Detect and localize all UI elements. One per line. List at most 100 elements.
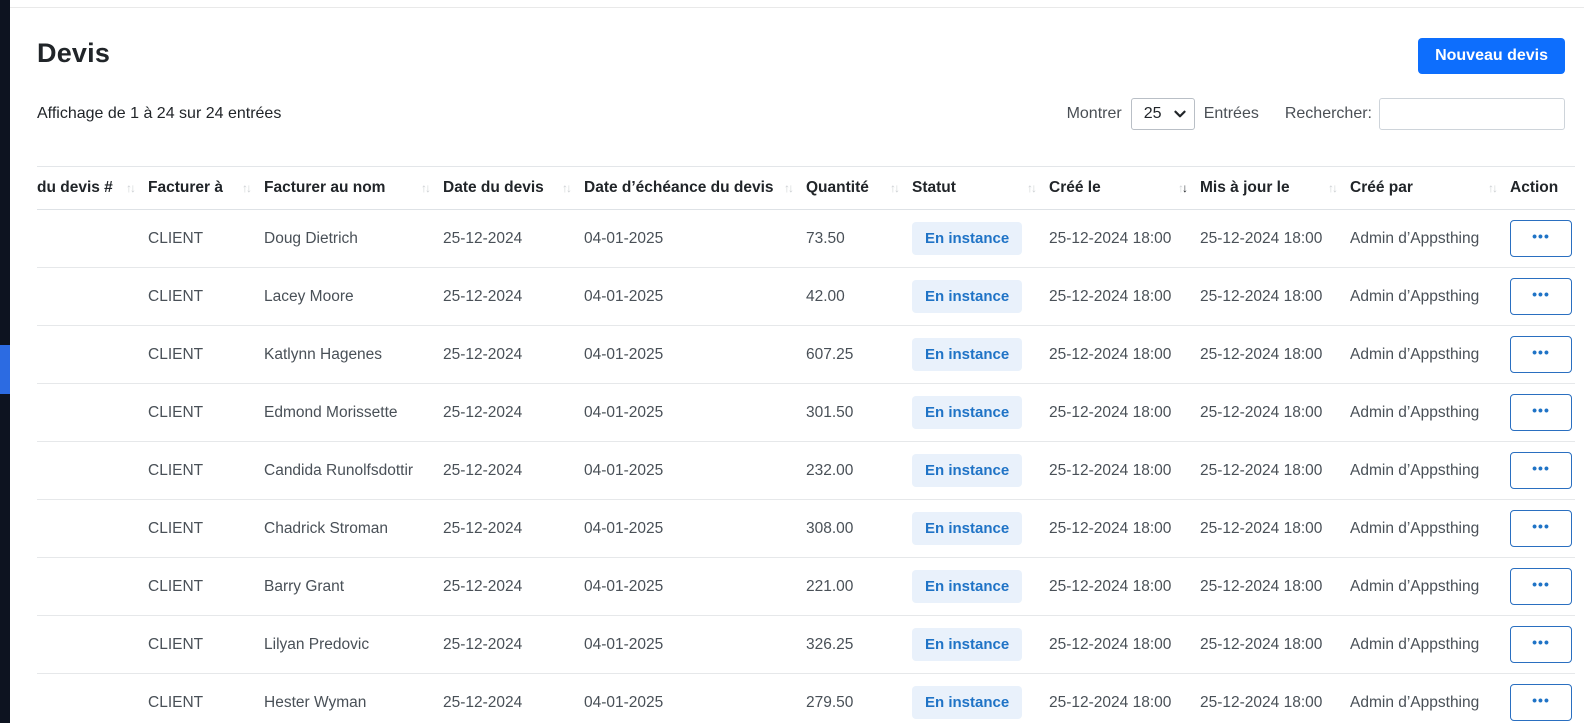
cell-due-date: 04-01-2025 [584, 693, 664, 711]
column-header[interactable]: Statut ↑↓ [912, 167, 1049, 210]
cell-status: En instance [912, 210, 1049, 268]
row-actions-button[interactable]: ••• [1510, 452, 1572, 489]
cell-bill-name: Doug Dietrich [264, 229, 358, 247]
table-row: CLIENT Barry Grant 25-12-2024 04-01-2025… [37, 558, 1575, 616]
new-devis-button[interactable]: Nouveau devis [1418, 38, 1565, 74]
right-controls: Montrer 25 Entrées Rechercher: [1067, 98, 1565, 130]
column-header-label: Action [1510, 179, 1559, 196]
row-actions-button[interactable]: ••• [1510, 568, 1572, 605]
cell-created: 25-12-2024 18:00 [1049, 345, 1172, 363]
sort-icons: ↑↓ [242, 181, 252, 195]
page-size-select[interactable]: 25 [1130, 98, 1195, 130]
ellipsis-icon: ••• [1532, 633, 1550, 650]
sort-icons: ↑↓ [784, 181, 794, 195]
search-label: Rechercher: [1284, 105, 1372, 122]
cell-bill-name: Hester Wyman [264, 693, 367, 711]
cell-bill-name: Edmond Morissette [264, 403, 398, 421]
row-actions-button[interactable]: ••• [1510, 626, 1572, 663]
sort-icons: ↑↓ [126, 181, 136, 195]
cell-date: 25-12-2024 [443, 403, 523, 421]
cell-bill-to: CLIENT [148, 693, 204, 711]
cell-action: ••• [1510, 326, 1575, 384]
status-badge: En instance [912, 280, 1023, 313]
cell-updated: 25-12-2024 18:00 [1200, 229, 1323, 247]
cell-due-date: 04-01-2025 [584, 345, 664, 363]
topbar [10, 0, 1584, 8]
cell-updated: 25-12-2024 18:00 [1200, 635, 1323, 653]
ellipsis-icon: ••• [1532, 401, 1550, 418]
cell-bill-to: CLIENT [148, 635, 204, 653]
column-header-label: Statut [912, 179, 956, 196]
cell-updated: 25-12-2024 18:00 [1200, 577, 1323, 595]
cell-created-by: Admin d’Appsthing [1350, 461, 1480, 479]
sort-icons: ↑↓ [1027, 181, 1037, 195]
column-header[interactable]: Facturer au nom ↑↓ [264, 167, 443, 210]
table-header-row: du devis # ↑↓ Facturer à ↑↓ Facturer au … [37, 166, 1575, 210]
devis-table-wrap: du devis # ↑↓ Facturer à ↑↓ Facturer au … [37, 166, 1575, 723]
column-header[interactable]: Créé le ↑↓ [1049, 167, 1200, 210]
cell-action: ••• [1510, 674, 1575, 723]
column-header-label: Quantité [806, 179, 869, 196]
cell-action: ••• [1510, 268, 1575, 326]
cell-bill-name: Candida Runolfsdottir [264, 461, 414, 479]
sort-down-icon: ↓ [788, 181, 794, 195]
row-actions-button[interactable]: ••• [1510, 278, 1572, 315]
table-row: CLIENT Chadrick Stroman 25-12-2024 04-01… [37, 500, 1575, 558]
cell-created-by: Admin d’Appsthing [1350, 635, 1480, 653]
status-badge: En instance [912, 454, 1023, 487]
cell-bill-name: Chadrick Stroman [264, 519, 389, 537]
ellipsis-icon: ••• [1532, 343, 1550, 360]
row-actions-button[interactable]: ••• [1510, 684, 1572, 721]
row-actions-button[interactable]: ••• [1510, 394, 1572, 431]
chevron-down-icon [1174, 110, 1186, 118]
cell-bill-name: Barry Grant [264, 577, 345, 595]
cell-updated: 25-12-2024 18:00 [1200, 519, 1323, 537]
column-header[interactable]: du devis # ↑↓ [37, 167, 148, 210]
cell-date: 25-12-2024 [443, 635, 523, 653]
sidebar-active-item[interactable] [0, 345, 10, 394]
cell-bill-name: Lacey Moore [264, 287, 354, 305]
sort-down-icon: ↓ [1031, 181, 1037, 195]
table-row: CLIENT Hester Wyman 25-12-2024 04-01-202… [37, 674, 1575, 723]
column-header[interactable]: Facturer à ↑↓ [148, 167, 264, 210]
column-header[interactable]: Créé par ↑↓ [1350, 167, 1510, 210]
cell-created-by: Admin d’Appsthing [1350, 403, 1480, 421]
devis-table: du devis # ↑↓ Facturer à ↑↓ Facturer au … [37, 166, 1575, 723]
sort-down-icon: ↓ [425, 181, 431, 195]
cell-action: ••• [1510, 500, 1575, 558]
cell-updated: 25-12-2024 18:00 [1200, 461, 1323, 479]
cell-created: 25-12-2024 18:00 [1049, 693, 1172, 711]
status-badge: En instance [912, 222, 1023, 255]
cell-due-date: 04-01-2025 [584, 635, 664, 653]
cell-quantity: 301.50 [806, 403, 854, 421]
cell-created: 25-12-2024 18:00 [1049, 577, 1172, 595]
column-header: Action [1510, 167, 1575, 210]
cell-quantity: 279.50 [806, 693, 854, 711]
cell-bill-to: CLIENT [148, 403, 204, 421]
cell-due-date: 04-01-2025 [584, 403, 664, 421]
column-header[interactable]: Date du devis ↑↓ [443, 167, 584, 210]
cell-devis-number [37, 268, 148, 326]
search-input[interactable] [1379, 98, 1565, 130]
cell-created: 25-12-2024 18:00 [1049, 229, 1172, 247]
row-actions-button[interactable]: ••• [1510, 336, 1572, 373]
cell-status: En instance [912, 326, 1049, 384]
cell-action: ••• [1510, 558, 1575, 616]
cell-devis-number [37, 384, 148, 442]
cell-date: 25-12-2024 [443, 577, 523, 595]
row-actions-button[interactable]: ••• [1510, 220, 1572, 257]
cell-bill-to: CLIENT [148, 345, 204, 363]
cell-updated: 25-12-2024 18:00 [1200, 693, 1323, 711]
cell-quantity: 308.00 [806, 519, 854, 537]
cell-date: 25-12-2024 [443, 693, 523, 711]
column-header[interactable]: Quantité ↑↓ [806, 167, 912, 210]
column-header[interactable]: Date d’échéance du devis ↑↓ [584, 167, 806, 210]
page-header: Devis Nouveau devis [37, 38, 1565, 74]
cell-created: 25-12-2024 18:00 [1049, 403, 1172, 421]
column-header-label: Créé par [1350, 179, 1413, 196]
cell-devis-number [37, 326, 148, 384]
column-header-label: Date d’échéance du devis [584, 179, 774, 196]
row-actions-button[interactable]: ••• [1510, 510, 1572, 547]
sort-down-icon: ↓ [130, 181, 136, 195]
column-header[interactable]: Mis à jour le ↑↓ [1200, 167, 1350, 210]
